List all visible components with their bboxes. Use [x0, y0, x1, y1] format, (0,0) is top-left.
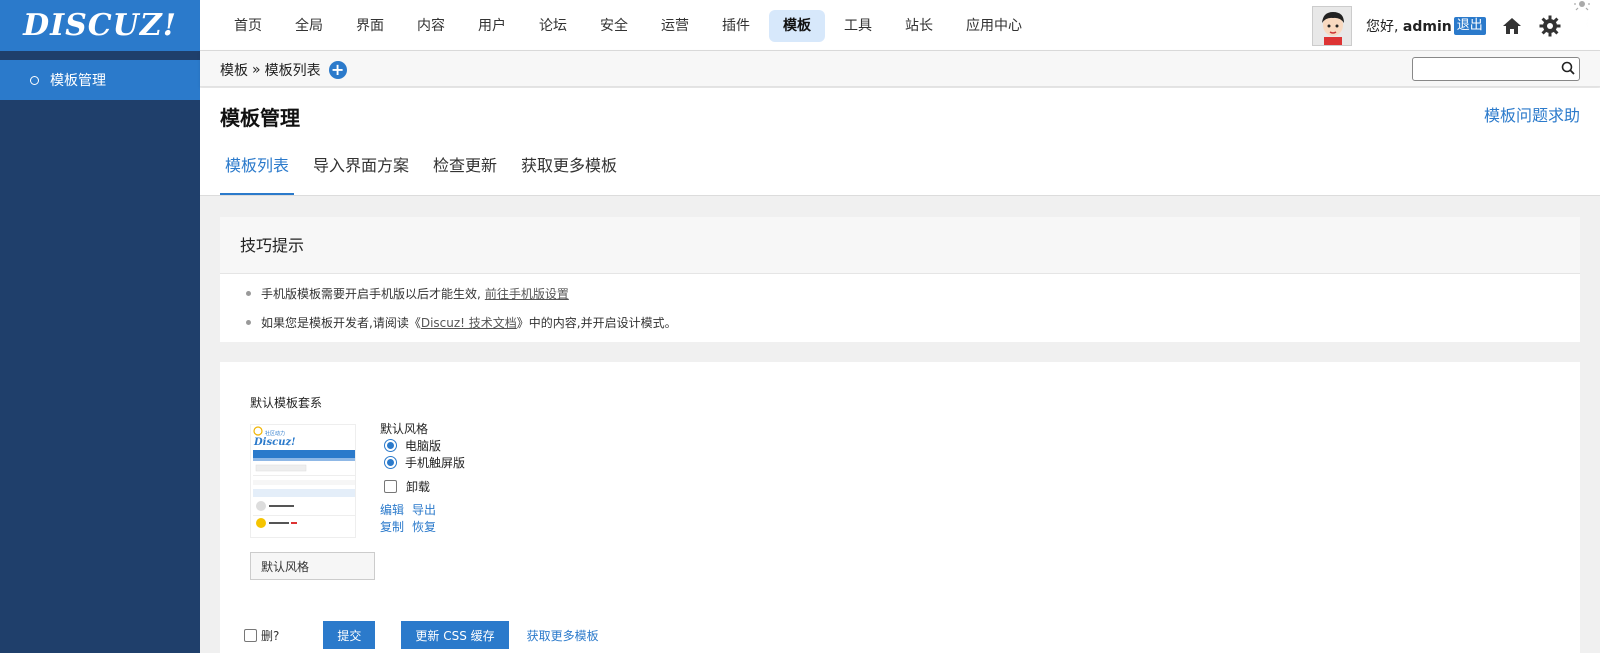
tips-list: 手机版模板需要开启手机版以后才能生效, 前往手机版设置 如果您是模板开发者,请阅…	[220, 274, 1580, 342]
more-templates-link[interactable]: 获取更多模板	[527, 627, 599, 644]
help-link[interactable]: 模板问题求助	[1484, 102, 1580, 126]
template-options: 默认风格 电脑版 手机触屏版 卸载 编辑 导出 复制 恢复	[380, 420, 465, 535]
style-name-label: 默认风格	[380, 422, 429, 436]
list-item: 手机版模板需要开启手机版以后才能生效, 前往手机版设置	[246, 284, 1580, 313]
action-links-row-1: 编辑 导出	[380, 501, 465, 518]
nav-item-plugins[interactable]: 插件	[708, 10, 764, 42]
nav-item-templates[interactable]: 模板	[769, 10, 825, 42]
copy-link[interactable]: 复制	[380, 518, 404, 535]
main-nav: 首页 全局 界面 内容 用户 论坛 安全 运营 插件 模板 工具 站长 应用中心	[220, 10, 1041, 42]
submit-button[interactable]: 提交	[323, 621, 376, 649]
action-links-row-2: 复制 恢复	[380, 518, 465, 535]
form-actions: 删? 提交 更新 CSS 缓存 获取更多模板	[244, 621, 599, 649]
export-link[interactable]: 导出	[412, 501, 436, 518]
gear-icon[interactable]	[1538, 14, 1562, 38]
tips-title: 技巧提示	[220, 217, 1580, 274]
nav-item-users[interactable]: 用户	[464, 10, 520, 42]
tip-text-suffix: 》中的内容,并开启设计模式。	[516, 316, 677, 330]
logout-button[interactable]: 退出	[1453, 17, 1486, 35]
home-icon[interactable]	[1500, 14, 1524, 38]
template-panel: 默认模板套系 社区动力 Discuz! 默认风格 电脑版 手机触屏版 卸载 编辑…	[220, 362, 1580, 653]
thumb-logo: Discuz!	[253, 437, 296, 448]
nav-item-tools[interactable]: 工具	[830, 10, 886, 42]
option-mobile[interactable]: 手机触屏版	[380, 454, 465, 471]
nav-item-interface[interactable]: 界面	[342, 10, 398, 42]
user-area: 您好, admin 退出	[1312, 6, 1562, 46]
tab-import-scheme[interactable]: 导入界面方案	[308, 144, 414, 195]
delete-checkbox[interactable]	[244, 628, 257, 642]
pc-label: 电脑版	[405, 439, 442, 453]
sidebar-item-template-manage[interactable]: 模板管理	[0, 60, 200, 100]
discuz-logo[interactable]: DISCUZ!	[0, 0, 200, 51]
tab-more-templates[interactable]: 获取更多模板	[516, 144, 622, 195]
option-uninstall[interactable]: 卸载	[380, 478, 465, 495]
nav-item-app-center[interactable]: 应用中心	[952, 10, 1036, 42]
search-input[interactable]	[1413, 58, 1553, 80]
tip-text: 手机版模板需要开启手机版以后才能生效,	[261, 287, 481, 301]
tab-bar: 模板列表 导入界面方案 检查更新 获取更多模板	[220, 144, 636, 195]
pc-radio[interactable]	[384, 439, 397, 452]
nav-item-content[interactable]: 内容	[403, 10, 459, 42]
tip-text-prefix: 如果您是模板开发者,请阅读《	[261, 316, 421, 330]
style-name-input[interactable]	[250, 552, 375, 580]
nav-item-global[interactable]: 全局	[281, 10, 337, 42]
nav-item-webmaster[interactable]: 站长	[891, 10, 947, 42]
breadcrumb-separator: »	[252, 62, 261, 78]
sidebar: 模板管理	[0, 51, 200, 653]
uninstall-label: 卸载	[406, 480, 431, 494]
search-box	[1412, 57, 1580, 81]
tech-docs-link[interactable]: Discuz! 技术文档	[421, 313, 517, 333]
avatar[interactable]	[1312, 6, 1352, 46]
uninstall-checkbox[interactable]	[384, 480, 397, 493]
theme-toggle-icon[interactable]	[1568, 0, 1600, 40]
nav-item-home[interactable]: 首页	[220, 10, 276, 42]
mobile-radio[interactable]	[384, 456, 397, 469]
circle-icon	[30, 75, 39, 85]
template-preview-image: 社区动力 Discuz!	[251, 425, 355, 537]
delete-label: 删?	[261, 628, 280, 643]
page-title: 模板管理	[220, 106, 300, 130]
option-pc[interactable]: 电脑版	[380, 437, 465, 454]
greeting-text: 您好, admin	[1366, 19, 1452, 35]
bullet-icon	[246, 291, 251, 296]
sidebar-item-label: 模板管理	[50, 73, 106, 89]
breadcrumb-root[interactable]: 模板	[220, 60, 248, 80]
template-set-title: 默认模板套系	[250, 396, 323, 410]
restore-link[interactable]: 恢复	[412, 518, 436, 535]
tab-template-list[interactable]: 模板列表	[220, 144, 295, 195]
edit-link[interactable]: 编辑	[380, 501, 404, 518]
mobile-label: 手机触屏版	[405, 456, 466, 470]
bullet-icon	[246, 320, 251, 325]
search-icon[interactable]	[1561, 61, 1575, 79]
list-item: 如果您是模板开发者,请阅读《 Discuz! 技术文档 》中的内容,并开启设计模…	[246, 313, 1580, 342]
update-css-button[interactable]: 更新 CSS 缓存	[401, 621, 509, 649]
top-header: DISCUZ! 首页 全局 界面 内容 用户 论坛 安全 运营 插件 模板 工具…	[0, 0, 1600, 51]
tips-panel: 技巧提示 手机版模板需要开启手机版以后才能生效, 前往手机版设置 如果您是模板开…	[220, 217, 1580, 342]
breadcrumb-current: 模板列表	[264, 63, 321, 79]
template-thumbnail[interactable]: 社区动力 Discuz!	[250, 424, 356, 538]
mobile-settings-link[interactable]: 前往手机版设置	[485, 284, 569, 304]
add-icon[interactable]: +	[328, 61, 347, 79]
avatar-face-icon	[1313, 7, 1351, 45]
breadcrumb: 模板 » 模板列表 +	[220, 60, 347, 80]
breadcrumb-bar: 模板 » 模板列表 +	[200, 51, 1600, 87]
nav-item-security[interactable]: 安全	[586, 10, 642, 42]
page-header: 模板管理 模板问题求助 模板列表 导入界面方案 检查更新 获取更多模板	[200, 88, 1600, 196]
nav-item-operations[interactable]: 运营	[647, 10, 703, 42]
svg-text:社区动力: 社区动力	[265, 430, 285, 437]
nav-item-forum[interactable]: 论坛	[525, 10, 581, 42]
tab-check-update[interactable]: 检查更新	[428, 144, 502, 195]
